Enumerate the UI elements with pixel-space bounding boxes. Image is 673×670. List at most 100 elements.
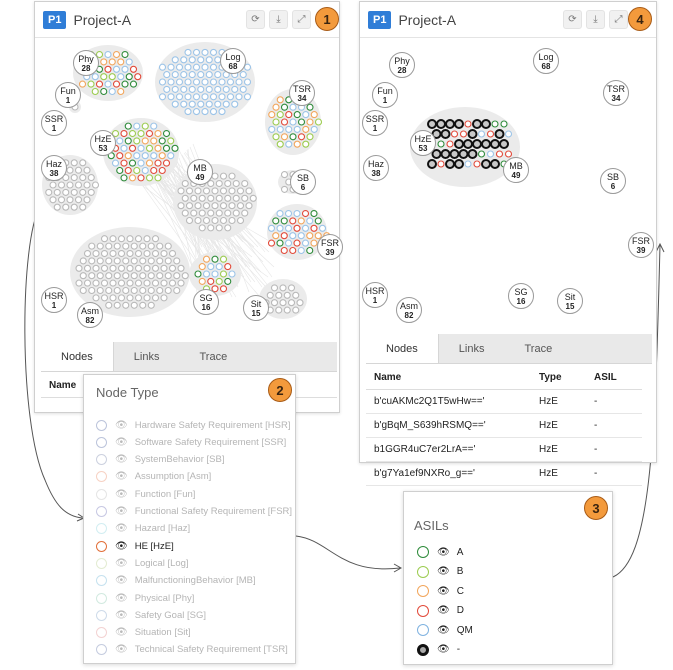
- graph-dot: [243, 93, 252, 101]
- graph-node-hsr[interactable]: HSR 1: [41, 287, 67, 313]
- graph-dot: [211, 255, 219, 263]
- graph-node-sit[interactable]: Sit 15: [243, 295, 269, 321]
- graph-dot: [228, 270, 236, 278]
- graph-dot: [79, 188, 87, 196]
- node-type-item[interactable]: 👁 Situation [Sit]: [96, 625, 191, 641]
- tab-links[interactable]: Links: [439, 334, 505, 363]
- graph-node-fsr[interactable]: FSR 39: [317, 234, 343, 260]
- graph-dot: [276, 140, 284, 148]
- graph-dot: [88, 242, 96, 250]
- graph-node-asm[interactable]: Asm 82: [77, 302, 103, 328]
- node-type-item[interactable]: 👁 Software Safety Requirement [SSR]: [96, 434, 286, 450]
- graph-node-fun[interactable]: Fun 1: [55, 82, 81, 108]
- asil-item[interactable]: 👁 B: [417, 564, 463, 580]
- eye-icon[interactable]: 👁: [437, 605, 450, 616]
- graph-dot: [137, 174, 145, 182]
- node-type-item[interactable]: 👁 SystemBehavior [SB]: [96, 452, 224, 468]
- node-type-item[interactable]: 👁 Logical [Log]: [96, 555, 189, 571]
- asil-item[interactable]: 👁 -: [417, 642, 460, 658]
- eye-icon[interactable]: 👁: [115, 420, 128, 431]
- graph-node-tsr[interactable]: TSR 34: [603, 80, 629, 106]
- graph-node-fun[interactable]: Fun 1: [372, 82, 398, 108]
- eye-icon[interactable]: 👁: [115, 610, 128, 621]
- eye-icon[interactable]: 👁: [115, 593, 128, 604]
- eye-icon[interactable]: 👁: [115, 489, 128, 500]
- tab-trace[interactable]: Trace: [179, 342, 247, 371]
- eye-icon[interactable]: 👁: [115, 523, 128, 534]
- graph-node-hze[interactable]: HzE 53: [410, 130, 436, 156]
- node-type-item[interactable]: 👁 Hardware Safety Requirement [HSR]: [96, 417, 290, 433]
- graph-node-mb[interactable]: MB 49: [187, 159, 213, 185]
- table-row[interactable]: b1GGR4uC7er2LrA==' HzE -: [366, 437, 642, 462]
- table-row[interactable]: b'cuAKMc2Q1T5wHw==' HzE -: [366, 389, 642, 414]
- node-type-item[interactable]: 👁 Technical Safety Requirement [TSR]: [96, 642, 288, 658]
- node-type-item[interactable]: 👁 Physical [Phy]: [96, 590, 194, 606]
- graph-node-hze[interactable]: HzE 53: [90, 130, 116, 156]
- node-type-item[interactable]: 👁 Function [Fun]: [96, 486, 195, 502]
- graph-dot: [184, 78, 192, 86]
- graph-node-ssr[interactable]: SSR 1: [41, 110, 67, 136]
- asil-item[interactable]: 👁 D: [417, 603, 464, 619]
- graph-node-sg[interactable]: SG 16: [508, 283, 534, 309]
- graph-node-haz[interactable]: Haz 38: [41, 155, 67, 181]
- eye-icon[interactable]: 👁: [115, 471, 128, 482]
- eye-icon[interactable]: 👁: [437, 566, 450, 577]
- tab-nodes[interactable]: Nodes: [366, 334, 439, 363]
- eye-icon[interactable]: 👁: [115, 437, 128, 448]
- eye-icon[interactable]: 👁: [115, 454, 128, 465]
- graph-node-log[interactable]: Log 68: [533, 48, 559, 74]
- node-type-item[interactable]: 👁 MalfunctioningBehavior [MB]: [96, 573, 256, 589]
- eye-icon[interactable]: 👁: [115, 627, 128, 638]
- node-type-label: Assumption [Asm]: [134, 471, 212, 483]
- graph-node-haz[interactable]: Haz 38: [363, 155, 389, 181]
- graph-node-sit[interactable]: Sit 15: [557, 288, 583, 314]
- graph-node-tsr[interactable]: TSR 34: [289, 80, 315, 106]
- graph-node-mb[interactable]: MB 49: [503, 157, 529, 183]
- eye-icon[interactable]: 👁: [115, 644, 128, 655]
- eye-icon[interactable]: 👁: [437, 625, 450, 636]
- graph-dot: [209, 108, 218, 116]
- eye-icon[interactable]: 👁: [115, 506, 128, 517]
- graph-node-phy[interactable]: Phy 28: [389, 52, 415, 78]
- graph-node-hsr[interactable]: HSR 1: [362, 282, 388, 308]
- tab-nodes[interactable]: Nodes: [41, 342, 114, 371]
- eye-icon[interactable]: 👁: [115, 541, 128, 552]
- graph-node-log[interactable]: Log 68: [220, 48, 246, 74]
- graph-dot: [100, 87, 108, 96]
- eye-icon[interactable]: 👁: [115, 558, 128, 569]
- graph-dot: [219, 255, 228, 263]
- tab-trace[interactable]: Trace: [504, 334, 572, 363]
- graph-node-fsr[interactable]: FSR 39: [628, 232, 654, 258]
- eye-icon[interactable]: 👁: [115, 575, 128, 586]
- node-type-item[interactable]: 👁 Hazard [Haz]: [96, 521, 190, 537]
- node-type-item[interactable]: 👁 Assumption [Asm]: [96, 469, 211, 485]
- graph-node-sg[interactable]: SG 16: [193, 289, 219, 315]
- graph-dot: [197, 85, 205, 93]
- graph-dot: [197, 100, 205, 108]
- table-row[interactable]: b'gBqM_S639hRSMQ==' HzE -: [366, 413, 642, 438]
- table-row[interactable]: b'g7Ya1ef9NXRo_g==' HzE -: [366, 461, 642, 486]
- graph-dot: [108, 58, 116, 66]
- eye-icon[interactable]: 👁: [437, 547, 450, 558]
- node-type-item[interactable]: 👁 Functional Safety Requirement [FSR]: [96, 504, 292, 520]
- eye-icon[interactable]: 👁: [437, 644, 450, 655]
- graph-node-asm[interactable]: Asm 82: [396, 297, 422, 323]
- eye-icon[interactable]: 👁: [437, 586, 450, 597]
- asil-item[interactable]: 👁 QM: [417, 622, 473, 638]
- graph-node-sb[interactable]: SB 6: [600, 168, 626, 194]
- node-type-item[interactable]: 👁 HE [HzE]: [96, 538, 174, 554]
- graph-dot: [486, 150, 495, 158]
- graph-dot: [481, 159, 491, 169]
- node-type-item[interactable]: 👁 Safety Goal [SG]: [96, 607, 206, 623]
- table-cell: b'gBqM_S639hRSMQ==': [366, 413, 531, 438]
- type-color-dot: [96, 609, 107, 621]
- asil-item[interactable]: 👁 A: [417, 544, 463, 560]
- tab-links[interactable]: Links: [114, 342, 180, 371]
- asil-item[interactable]: 👁 C: [417, 583, 464, 599]
- graph-dot: [267, 239, 276, 247]
- graph-dot: [113, 242, 121, 250]
- graph-node-ssr[interactable]: SSR 1: [362, 110, 388, 136]
- graph-node-phy[interactable]: Phy 28: [73, 50, 99, 76]
- graph-dot: [151, 235, 160, 243]
- graph-node-sb[interactable]: SB 6: [290, 169, 316, 195]
